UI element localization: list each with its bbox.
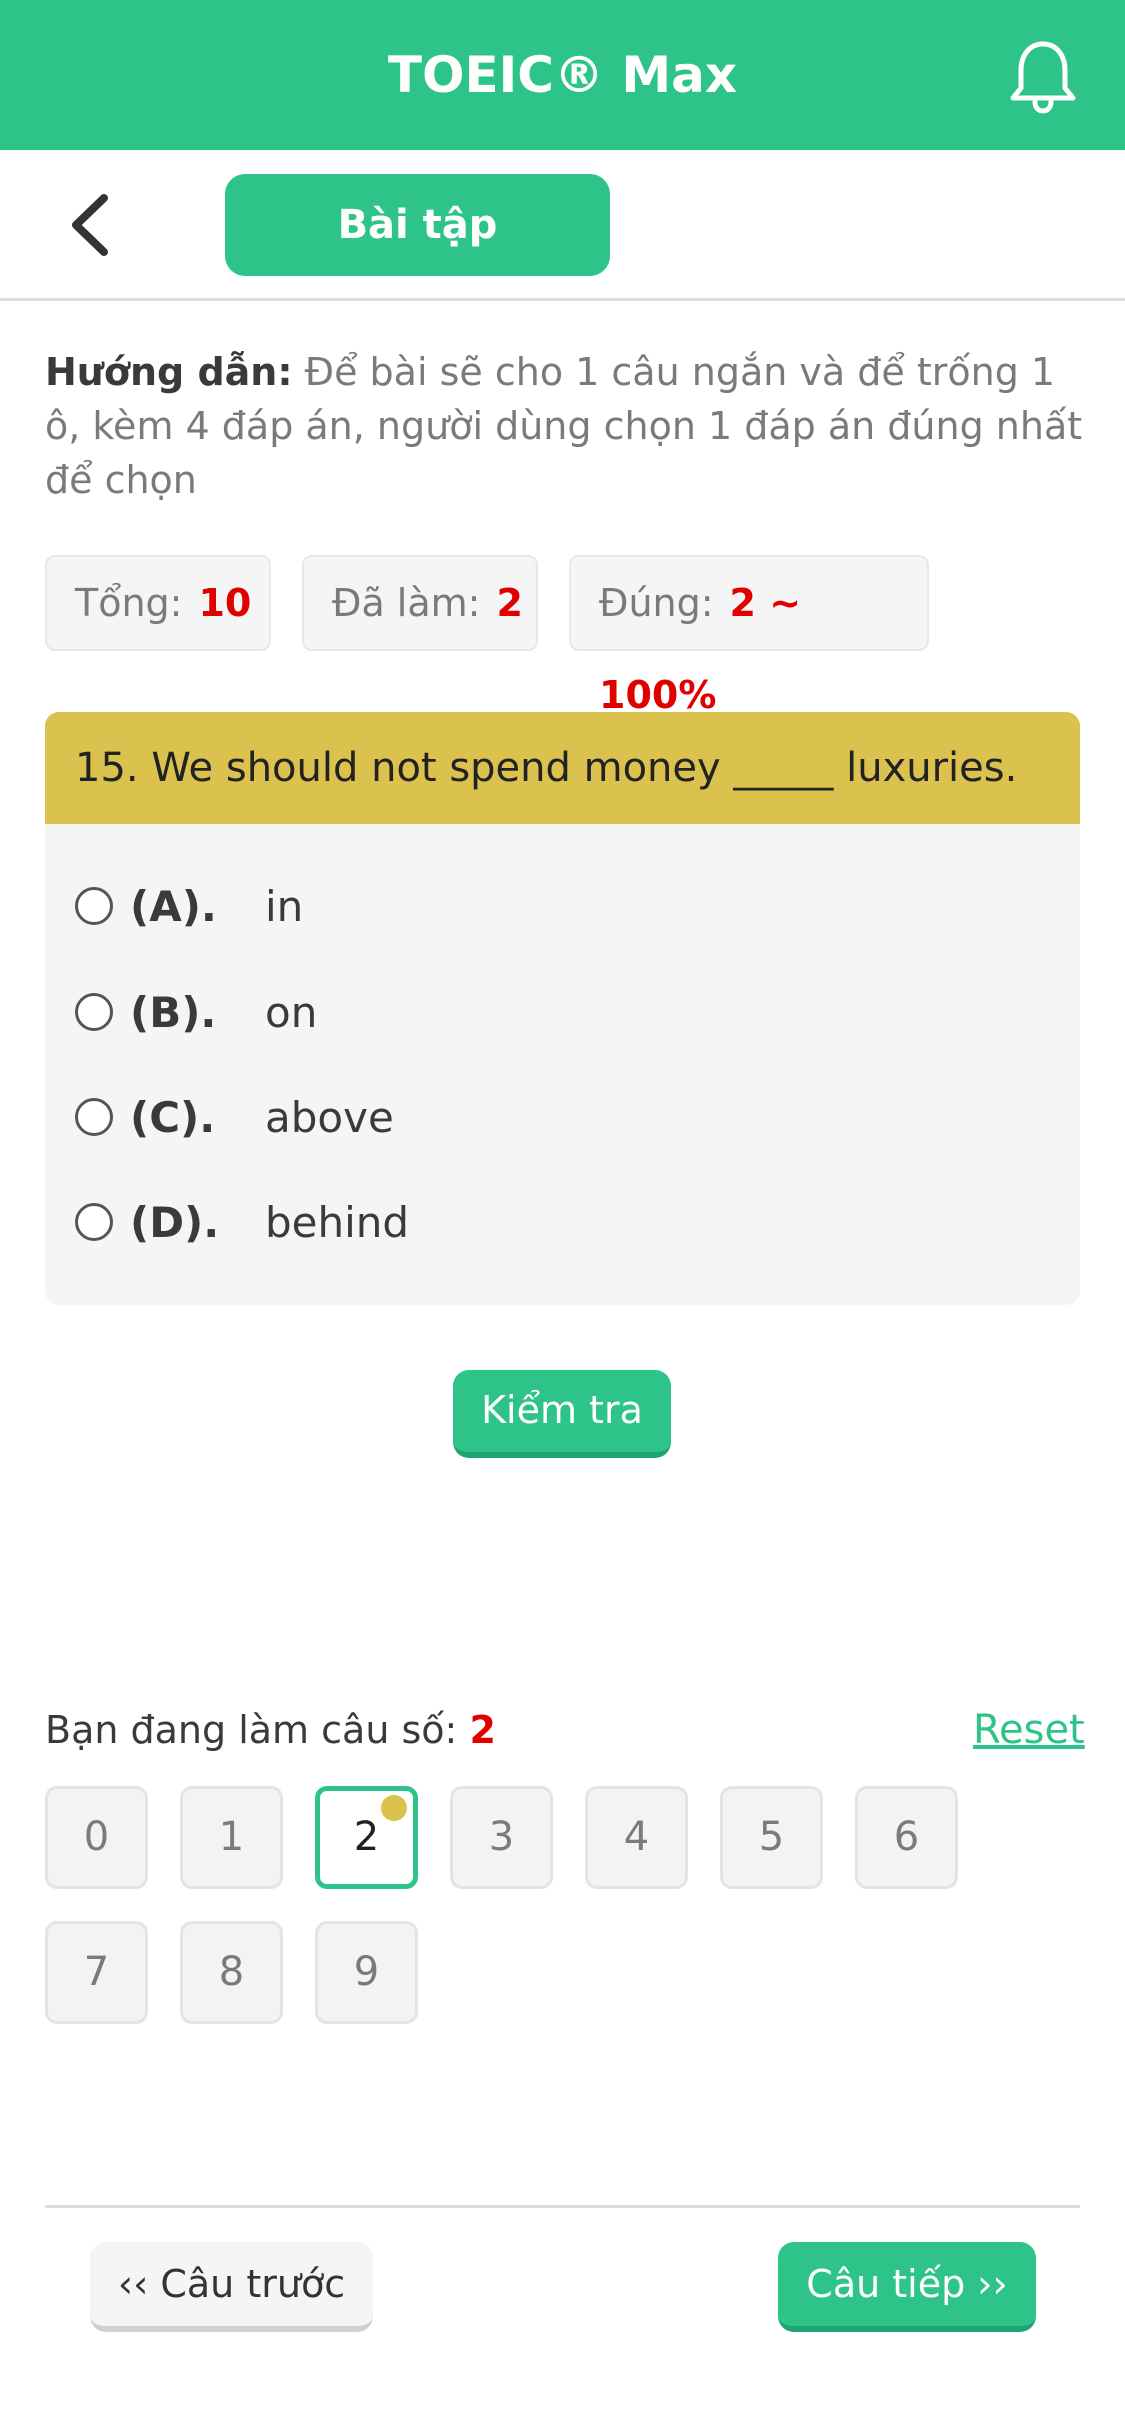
option-key: (A). bbox=[130, 882, 217, 931]
option-text: above bbox=[265, 1093, 394, 1142]
stat-done: Đã làm: 2 bbox=[302, 555, 538, 651]
toolbar: Bài tập bbox=[0, 150, 1125, 301]
bell-icon[interactable] bbox=[1003, 36, 1083, 116]
radio-button[interactable] bbox=[75, 1098, 113, 1136]
option-d[interactable]: (D). behind bbox=[75, 1183, 975, 1263]
option-b[interactable]: (B). on bbox=[75, 973, 975, 1053]
question-text: 15. We should not spend money _____ luxu… bbox=[45, 712, 1080, 824]
option-key: (C). bbox=[130, 1093, 216, 1142]
previous-question-button[interactable]: ‹‹ Câu trước bbox=[90, 2242, 373, 2332]
stat-total-value: 10 bbox=[198, 581, 252, 625]
option-text: in bbox=[265, 882, 304, 931]
question-number-button[interactable]: 5 bbox=[720, 1786, 823, 1889]
next-question-button[interactable]: Câu tiếp ›› bbox=[778, 2242, 1036, 2332]
option-text: behind bbox=[265, 1198, 410, 1247]
stat-correct: Đúng: 2 ~ 100% bbox=[569, 555, 929, 717]
question-number-button[interactable]: 0 bbox=[45, 1786, 148, 1889]
divider bbox=[45, 2205, 1080, 2208]
answered-dot bbox=[381, 1795, 407, 1821]
back-arrow-icon[interactable] bbox=[62, 190, 122, 260]
question-number-label: 2 bbox=[353, 1814, 380, 1860]
reset-link[interactable]: Reset bbox=[973, 1700, 1085, 1760]
app-bar: TOEIC® Max bbox=[0, 0, 1125, 150]
stat-total: Tổng: 10 bbox=[45, 555, 271, 651]
radio-button[interactable] bbox=[75, 1203, 113, 1241]
option-text: on bbox=[265, 988, 318, 1037]
radio-button[interactable] bbox=[75, 993, 113, 1031]
option-a[interactable]: (A). in bbox=[75, 867, 975, 947]
progress-current: 2 bbox=[469, 1708, 496, 1752]
check-button[interactable]: Kiểm tra bbox=[453, 1370, 671, 1458]
tab-exercises[interactable]: Bài tập bbox=[225, 174, 610, 276]
question-number-button[interactable]: 1 bbox=[180, 1786, 283, 1889]
option-key: (D). bbox=[130, 1198, 220, 1247]
progress-indicator: Bạn đang làm câu số: 2 bbox=[45, 1700, 496, 1760]
stat-total-label: Tổng: bbox=[75, 581, 183, 625]
app-title: TOEIC® Max bbox=[387, 46, 738, 104]
question-number-button[interactable]: 6 bbox=[855, 1786, 958, 1889]
option-c[interactable]: (C). above bbox=[75, 1078, 975, 1158]
stat-correct-label: Đúng: bbox=[599, 581, 714, 625]
instructions-label: Hướng dẫn: bbox=[45, 350, 293, 394]
question-number-button[interactable]: 4 bbox=[585, 1786, 688, 1889]
question-number-button[interactable]: 3 bbox=[450, 1786, 553, 1889]
question-number-button-current[interactable]: 2 bbox=[315, 1786, 418, 1889]
question-card: 15. We should not spend money _____ luxu… bbox=[45, 712, 1080, 1305]
question-number-button[interactable]: 8 bbox=[180, 1921, 283, 2024]
option-key: (B). bbox=[130, 988, 217, 1037]
question-number-button[interactable]: 9 bbox=[315, 1921, 418, 2024]
radio-button[interactable] bbox=[75, 887, 113, 925]
question-number-button[interactable]: 7 bbox=[45, 1921, 148, 2024]
progress-label: Bạn đang làm câu số: bbox=[45, 1708, 458, 1752]
instructions: Hướng dẫn: Để bài sẽ cho 1 câu ngắn và đ… bbox=[45, 345, 1085, 507]
stat-done-label: Đã làm: bbox=[332, 581, 481, 625]
stat-done-value: 2 bbox=[496, 581, 523, 625]
